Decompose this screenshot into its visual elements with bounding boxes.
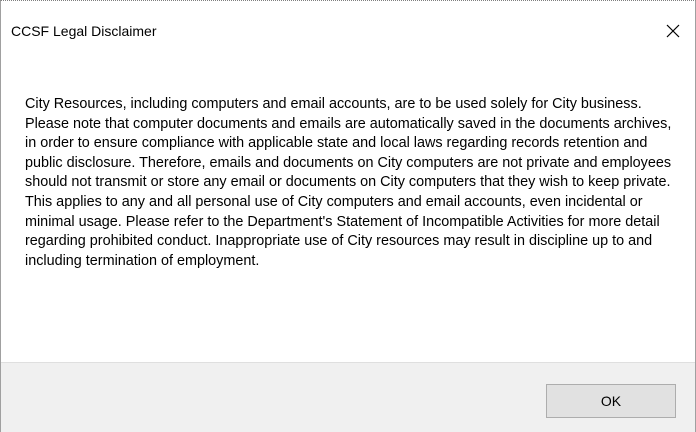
dialog-content: City Resources, including computers and …	[1, 65, 695, 361]
close-icon	[666, 24, 680, 38]
ok-button[interactable]: OK	[546, 384, 676, 418]
disclaimer-message: City Resources, including computers and …	[25, 96, 672, 269]
dialog-footer: OK	[1, 362, 695, 432]
legal-disclaimer-dialog: CCSF Legal Disclaimer City Resources, in…	[0, 0, 696, 432]
close-button[interactable]	[659, 17, 687, 45]
dialog-titlebar: CCSF Legal Disclaimer	[1, 1, 695, 65]
dialog-title: CCSF Legal Disclaimer	[11, 23, 157, 39]
